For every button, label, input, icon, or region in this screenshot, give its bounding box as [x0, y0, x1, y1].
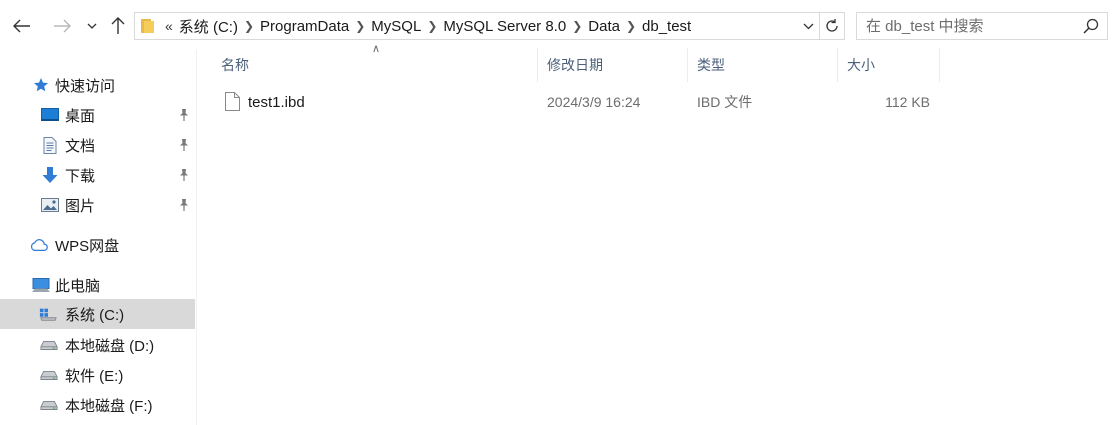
sidebar-item-e-drive[interactable]: 软件 (E:) — [0, 360, 195, 390]
sidebar-item-label: 下载 — [65, 167, 96, 185]
address-history-button[interactable] — [797, 13, 819, 39]
navigation-pane: 快速访问 桌面 文档 下载 图片 WPS网盘 此电脑 系统 (C:) 本地磁盘 … — [0, 50, 197, 425]
breadcrumb-mysql[interactable]: MySQL — [371, 18, 421, 35]
pin-icon[interactable] — [178, 108, 190, 122]
folder-icon — [141, 19, 157, 33]
breadcrumb-programdata[interactable]: ProgramData — [260, 18, 349, 35]
file-type: IBD 文件 — [697, 94, 753, 110]
arrow-up-icon — [111, 17, 125, 34]
refresh-button[interactable] — [819, 12, 845, 40]
sidebar-item-label: 本地磁盘 (D:) — [65, 337, 155, 355]
sidebar-item-label: 本地磁盘 (F:) — [65, 397, 153, 415]
cloud-icon — [30, 237, 48, 253]
column-header-label: 修改日期 — [547, 57, 603, 73]
search-box[interactable] — [856, 12, 1108, 40]
sidebar-item-label: 此电脑 — [55, 277, 101, 295]
file-size: 112 KB — [885, 94, 930, 110]
sidebar-item-wps-cloud[interactable]: WPS网盘 — [0, 230, 195, 260]
documents-icon — [41, 136, 59, 154]
sidebar-item-label: 图片 — [65, 197, 96, 215]
breadcrumb-separator-icon[interactable]: ❯ — [355, 19, 365, 33]
address-bar[interactable]: « 系统 (C:) ❯ ProgramData ❯ MySQL ❯ MySQL … — [134, 12, 820, 40]
breadcrumb-separator-icon[interactable]: ❯ — [572, 19, 582, 33]
file-icon — [225, 92, 240, 111]
sidebar-item-f-drive[interactable]: 本地磁盘 (F:) — [0, 390, 195, 420]
sidebar-item-label: 文档 — [65, 137, 96, 155]
file-row[interactable]: test1.ibd 2024/3/9 16:24 IBD 文件 112 KB — [212, 86, 942, 118]
breadcrumb-data[interactable]: Data — [588, 18, 620, 35]
sidebar-item-pictures[interactable]: 图片 — [0, 190, 195, 220]
up-button[interactable] — [106, 12, 130, 40]
pin-icon[interactable] — [178, 138, 190, 152]
arrow-right-icon — [54, 19, 71, 33]
computer-icon — [32, 277, 50, 293]
sort-ascending-icon: ∧ — [372, 43, 381, 55]
chevron-down-icon — [803, 23, 813, 29]
drive-icon — [40, 397, 58, 413]
breadcrumb-overflow[interactable]: « — [165, 18, 173, 34]
sidebar-item-documents[interactable]: 文档 — [0, 130, 195, 160]
file-date-modified: 2024/3/9 16:24 — [547, 94, 641, 110]
column-header-label: 名称 — [221, 57, 249, 73]
chevron-down-icon — [87, 23, 97, 29]
column-header: 名称 ∧ 修改日期 类型 大小 — [212, 43, 942, 82]
sidebar-item-label: 快速访问 — [55, 77, 116, 95]
sidebar-item-desktop[interactable]: 桌面 — [0, 100, 195, 130]
sidebar-item-label: 桌面 — [65, 107, 96, 125]
column-header-name[interactable]: 名称 ∧ — [212, 43, 538, 82]
breadcrumb-c-drive[interactable]: 系统 (C:) — [179, 16, 238, 37]
pin-icon[interactable] — [178, 168, 190, 182]
sidebar-item-label: WPS网盘 — [55, 237, 120, 255]
pin-icon[interactable] — [178, 198, 190, 212]
sidebar-item-label: 软件 (E:) — [65, 367, 124, 385]
back-button[interactable] — [10, 12, 34, 40]
column-header-label: 类型 — [697, 57, 725, 73]
forward-button[interactable] — [50, 12, 74, 40]
column-header-date-modified[interactable]: 修改日期 — [538, 48, 688, 82]
breadcrumb-separator-icon[interactable]: ❯ — [244, 19, 254, 33]
recent-locations-button[interactable] — [82, 12, 102, 40]
star-icon — [32, 77, 50, 93]
breadcrumb-mysql-server[interactable]: MySQL Server 8.0 — [443, 18, 566, 35]
sidebar-item-downloads[interactable]: 下载 — [0, 160, 195, 190]
column-header-label: 大小 — [847, 57, 875, 73]
sidebar-item-d-drive[interactable]: 本地磁盘 (D:) — [0, 330, 195, 360]
breadcrumb-db-test[interactable]: db_test — [642, 18, 691, 35]
file-name: test1.ibd — [248, 93, 305, 111]
column-header-type[interactable]: 类型 — [688, 48, 838, 82]
refresh-icon — [826, 19, 838, 32]
sidebar-item-quick-access[interactable]: 快速访问 — [0, 70, 195, 100]
windows-drive-icon — [39, 306, 57, 322]
search-input[interactable] — [866, 17, 1076, 35]
sidebar-item-label: 系统 (C:) — [65, 306, 125, 324]
search-icon[interactable] — [1083, 18, 1099, 34]
column-header-size[interactable]: 大小 — [838, 48, 940, 82]
drive-icon — [40, 367, 58, 383]
breadcrumb-separator-icon[interactable]: ❯ — [427, 19, 437, 33]
breadcrumb-separator-icon[interactable]: ❯ — [626, 19, 636, 33]
sidebar-item-this-pc[interactable]: 此电脑 — [0, 270, 195, 300]
desktop-icon — [41, 107, 59, 123]
navigation-bar: « 系统 (C:) ❯ ProgramData ❯ MySQL ❯ MySQL … — [0, 0, 1119, 50]
drive-icon — [40, 337, 58, 353]
download-icon — [41, 166, 59, 183]
sidebar-item-c-drive[interactable]: 系统 (C:) — [0, 299, 195, 329]
arrow-left-icon — [13, 19, 30, 33]
pictures-icon — [41, 197, 59, 213]
